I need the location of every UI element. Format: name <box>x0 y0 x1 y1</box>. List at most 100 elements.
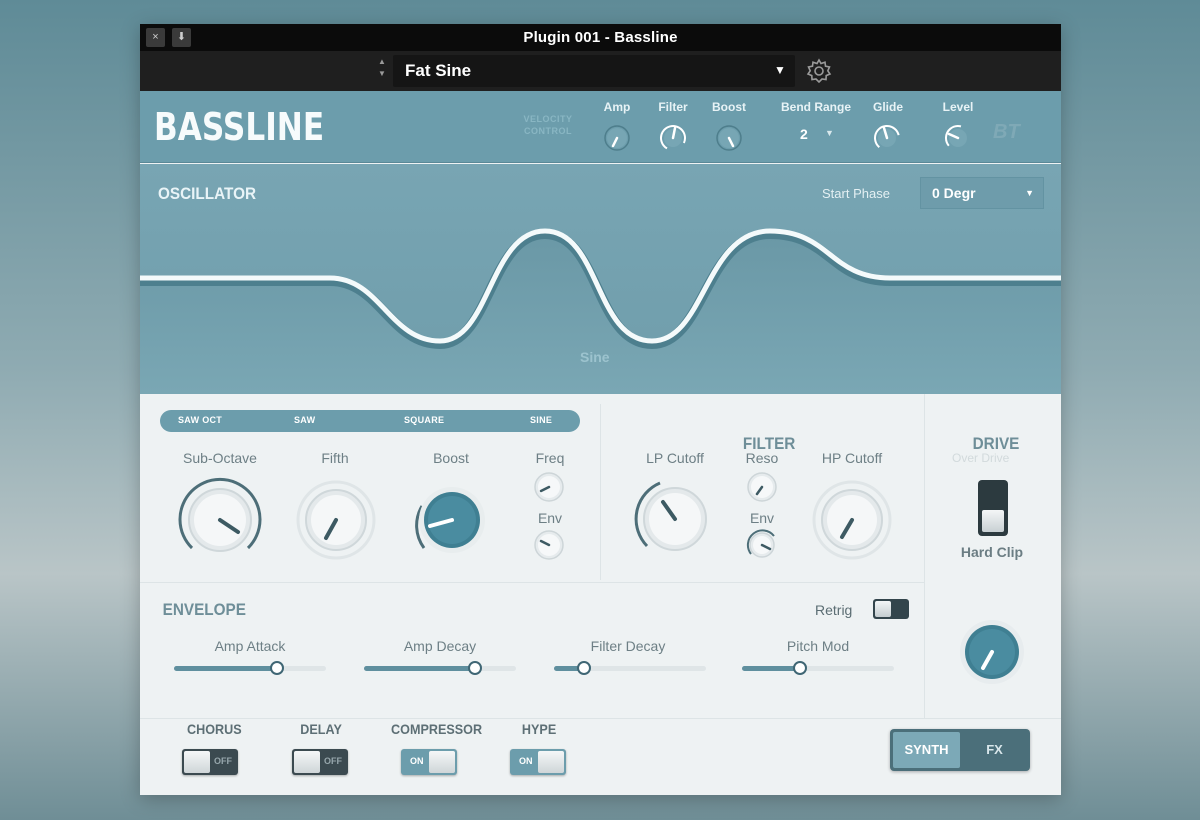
slider-thumb[interactable] <box>468 661 482 675</box>
sub-octave-label: Sub-Octave <box>183 450 257 466</box>
fifth-knob[interactable] <box>292 476 380 564</box>
boost-label: Boost <box>712 100 746 114</box>
bassline-logo: BASSLINE <box>154 105 325 149</box>
dropdown-arrow-icon[interactable]: ▼ <box>774 63 786 77</box>
retrig-switch-thumb[interactable] <box>875 601 891 617</box>
chevron-down-icon[interactable]: ▼ <box>374 68 390 80</box>
oscillator-panel: OSCILLATOR Start Phase 0 Degr ▼ Sine <box>140 164 1061 394</box>
amp-attack-slider[interactable] <box>174 658 326 678</box>
compressor-toggle[interactable]: ON <box>401 749 457 775</box>
level-knob[interactable] <box>943 123 973 153</box>
wave-option-saw-oct[interactable]: SAW OCT <box>178 415 222 425</box>
synth-fx-switch[interactable]: SYNTH FX <box>890 729 1030 771</box>
slider-thumb[interactable] <box>270 661 284 675</box>
slider-thumb[interactable] <box>577 661 591 675</box>
wave-name-label: Sine <box>580 349 610 365</box>
delay-state: OFF <box>324 756 342 766</box>
toggle-thumb[interactable] <box>429 751 455 773</box>
over-drive-label: Over Drive <box>952 451 1010 465</box>
filter-velocity-knob[interactable] <box>658 123 688 153</box>
wave-option-sine[interactable]: SINE <box>530 415 552 425</box>
amp-velocity-knob[interactable] <box>602 123 632 153</box>
freq-knob[interactable] <box>532 470 566 504</box>
start-phase-dropdown[interactable]: 0 Degr ▼ <box>920 177 1044 209</box>
hype-label: HYPE <box>521 721 557 737</box>
gear-icon[interactable] <box>805 57 833 85</box>
envelope-title: ENVELOPE <box>162 600 246 619</box>
compressor-label: COMPRESSOR <box>391 721 483 737</box>
oscillator-title: OSCILLATOR <box>158 184 257 203</box>
retrig-switch[interactable] <box>873 599 909 619</box>
retrig-label: Retrig <box>815 602 853 618</box>
filter-env-knob[interactable] <box>745 528 779 562</box>
preset-bar: ▲ ▼ Fat Sine ▼ <box>140 51 1061 91</box>
hard-clip-label: Hard Clip <box>960 544 1024 560</box>
bend-range-label: Bend Range <box>780 100 851 114</box>
boost-velocity-knob[interactable] <box>714 123 744 153</box>
fifth-label: Fifth <box>321 450 349 466</box>
divider <box>924 394 925 719</box>
toggle-thumb[interactable] <box>184 751 210 773</box>
reso-label: Reso <box>745 450 779 466</box>
header-panel: BASSLINE VELOCITY CONTROL Amp Filter Boo… <box>140 91 1061 163</box>
drive-knob[interactable] <box>956 616 1028 688</box>
amp-attack-label: Amp Attack <box>214 638 286 654</box>
freq-label: Freq <box>535 450 565 466</box>
slider-thumb[interactable] <box>793 661 807 675</box>
chorus-state: OFF <box>214 756 232 766</box>
slider-fill <box>174 666 277 671</box>
slider-fill <box>742 666 800 671</box>
window-title: Plugin 001 - Bassline <box>523 29 678 46</box>
plugin-window: × ⬇ Plugin 001 - Bassline ▲ ▼ Fat Sine ▼… <box>140 24 1061 795</box>
hype-toggle[interactable]: ON <box>510 749 566 775</box>
chevron-down-icon: ▼ <box>1025 188 1034 198</box>
delay-label: DELAY <box>300 721 342 737</box>
pitch-mod-label: Pitch Mod <box>786 638 850 654</box>
glide-knob[interactable] <box>872 123 902 153</box>
amp-decay-slider[interactable] <box>364 658 516 678</box>
wave-option-square[interactable]: SQUARE <box>404 415 444 425</box>
delay-toggle[interactable]: OFF <box>292 749 348 775</box>
boost-knob[interactable] <box>408 476 496 564</box>
divider <box>140 718 1061 719</box>
sub-octave-knob[interactable] <box>174 474 266 566</box>
slider-fill <box>364 666 475 671</box>
synth-tab[interactable]: SYNTH <box>893 732 960 768</box>
preset-name: Fat Sine <box>405 61 472 80</box>
boost-knob-label: Boost <box>433 450 469 466</box>
velocity-control-label: VELOCITY CONTROL <box>523 114 573 136</box>
start-phase-label: Start Phase <box>822 186 890 201</box>
lp-cutoff-knob[interactable] <box>630 474 720 564</box>
title-bar: × ⬇ Plugin 001 - Bassline <box>140 24 1061 51</box>
bend-range-value[interactable]: 2 <box>800 126 808 142</box>
preset-stepper[interactable]: ▲ ▼ <box>374 56 390 86</box>
drive-mode-switch[interactable] <box>978 480 1008 536</box>
switch-thumb[interactable] <box>982 510 1004 532</box>
chevron-up-icon[interactable]: ▲ <box>374 56 390 68</box>
pitch-mod-slider[interactable] <box>742 658 894 678</box>
chorus-toggle[interactable]: OFF <box>182 749 238 775</box>
osc-env-knob[interactable] <box>532 528 566 562</box>
wave-option-saw[interactable]: SAW <box>294 415 315 425</box>
osc-env-label: Env <box>537 510 563 526</box>
wave-selector[interactable]: SAW OCT SAW SQUARE SINE <box>160 410 580 432</box>
reso-knob[interactable] <box>745 470 779 504</box>
hp-cutoff-label: HP Cutoff <box>821 450 883 466</box>
brand-mark: BT <box>993 121 1020 143</box>
fx-tab[interactable]: FX <box>962 732 1027 768</box>
filter-decay-label: Filter Decay <box>590 638 666 654</box>
toggle-thumb[interactable] <box>538 751 564 773</box>
glide-label: Glide <box>872 100 903 114</box>
preset-selector[interactable]: Fat Sine <box>393 55 795 87</box>
lp-cutoff-label: LP Cutoff <box>646 450 704 466</box>
compressor-state: ON <box>410 756 424 766</box>
level-label: Level <box>942 100 974 114</box>
hp-cutoff-knob[interactable] <box>808 476 896 564</box>
bend-range-dropdown-icon[interactable]: ▼ <box>825 128 834 138</box>
divider <box>600 404 601 580</box>
divider <box>140 582 924 583</box>
hype-state: ON <box>519 756 533 766</box>
filter-decay-slider[interactable] <box>554 658 706 678</box>
amp-decay-label: Amp Decay <box>403 638 477 654</box>
toggle-thumb[interactable] <box>294 751 320 773</box>
